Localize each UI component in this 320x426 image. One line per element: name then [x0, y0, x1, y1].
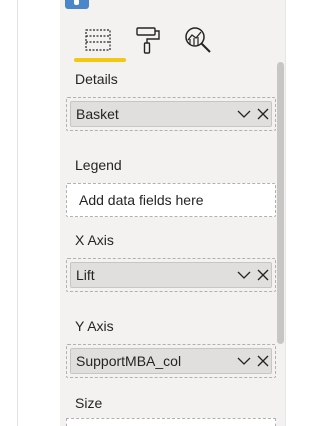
left-divider — [17, 0, 18, 426]
left-canvas-edge — [0, 0, 17, 426]
legend-placeholder: Add data fields here — [79, 192, 204, 208]
legend-well[interactable]: Add data fields here — [66, 183, 276, 217]
legend-label: Legend — [75, 157, 122, 173]
x-axis-field-name: Lift — [76, 267, 95, 283]
tab-fields[interactable] — [80, 22, 116, 58]
selected-visual-icon[interactable] — [65, 0, 89, 9]
visualizations-pane-screen: Details Basket Legend Add data fields he… — [0, 0, 316, 426]
chevron-down-icon[interactable] — [237, 355, 251, 367]
tab-analytics[interactable] — [180, 22, 216, 58]
details-label: Details — [75, 71, 118, 87]
chevron-down-icon[interactable] — [237, 108, 251, 120]
y-axis-field-pill[interactable]: SupportMBA_col — [70, 348, 272, 374]
remove-field-icon[interactable] — [257, 355, 269, 367]
fields-icon — [85, 29, 111, 51]
active-tab-indicator — [74, 58, 126, 62]
details-well[interactable]: Basket — [66, 97, 276, 131]
details-field-name: Basket — [76, 106, 119, 122]
y-axis-well[interactable]: SupportMBA_col — [66, 344, 276, 378]
right-canvas-edge — [286, 0, 316, 426]
remove-field-icon[interactable] — [257, 108, 269, 120]
y-axis-label: Y Axis — [75, 318, 114, 334]
pane-scrollbar[interactable] — [277, 62, 284, 344]
paint-roller-icon — [136, 27, 160, 54]
y-axis-field-name: SupportMBA_col — [76, 353, 182, 369]
chevron-down-icon[interactable] — [237, 269, 251, 281]
tab-format[interactable] — [130, 22, 166, 58]
x-axis-well[interactable]: Lift — [66, 258, 276, 292]
analytics-magnifier-icon — [185, 27, 211, 53]
remove-field-icon[interactable] — [257, 269, 269, 281]
size-well[interactable] — [66, 418, 276, 426]
x-axis-field-pill[interactable]: Lift — [70, 262, 272, 288]
size-label: Size — [75, 395, 103, 411]
details-field-pill[interactable]: Basket — [70, 101, 272, 127]
x-axis-label: X Axis — [75, 232, 114, 248]
